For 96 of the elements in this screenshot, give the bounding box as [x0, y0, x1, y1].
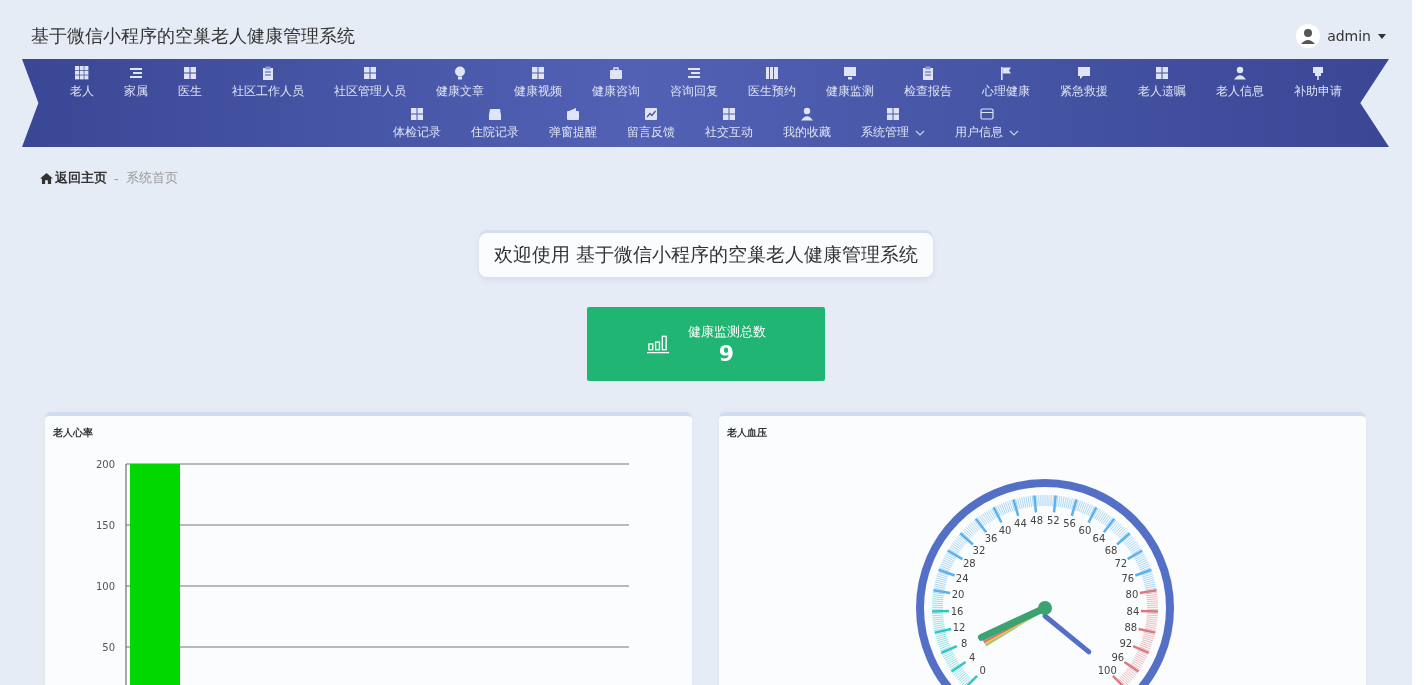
gauge-label: 100: [1097, 665, 1117, 677]
clipboard-icon: [920, 66, 935, 80]
gauge-label: 80: [1125, 589, 1139, 601]
grid-icon: [885, 107, 900, 121]
nav-item[interactable]: 医生预约: [732, 62, 811, 103]
person-icon: [1232, 66, 1247, 80]
nav-item[interactable]: 健康视频: [498, 62, 577, 103]
wallet-icon: [565, 107, 580, 121]
gauge-label: 44: [1014, 518, 1027, 530]
grid-icon: [182, 66, 197, 80]
nav-item[interactable]: 咨询回复: [654, 62, 733, 103]
chevron-icon: [914, 129, 925, 136]
nav-item[interactable]: 检查报告: [888, 62, 967, 103]
breadcrumb-current: 系统首页: [125, 169, 178, 187]
gauge-label: 88: [1124, 622, 1138, 634]
nav-item[interactable]: 家属: [108, 62, 163, 103]
bar-chart-icon: [646, 334, 670, 354]
axis-label: 100: [95, 581, 115, 592]
grid-icon: [74, 66, 89, 80]
nav-item[interactable]: 留言反馈: [611, 103, 690, 144]
gauge-label: 68: [1104, 544, 1118, 556]
gauge-label: 60: [1078, 524, 1092, 536]
gauge-label: 40: [998, 524, 1012, 536]
nav-item[interactable]: 健康文章: [420, 62, 499, 103]
nav-item[interactable]: 社交互动: [689, 103, 768, 144]
book-icon: [764, 66, 779, 80]
axis-label: 150: [95, 520, 115, 531]
list-icon: [686, 66, 701, 80]
nav-item[interactable]: 医生: [162, 62, 217, 103]
chevron-icon: [1008, 129, 1019, 136]
grid-icon: [409, 107, 424, 121]
user-menu[interactable]: admin: [1296, 24, 1386, 48]
gauge-label: 56: [1063, 518, 1076, 530]
card-icon: [979, 107, 994, 121]
site-title: 基于微信小程序的空巢老人健康管理系统: [31, 24, 355, 48]
nav-item[interactable]: 系统管理: [845, 103, 940, 144]
nav-item[interactable]: 健康监测: [810, 62, 889, 103]
home-icon: [40, 172, 53, 184]
nav-item[interactable]: 老人遗嘱: [1122, 62, 1201, 103]
clipboard-icon: [260, 66, 275, 80]
gauge-label: 8: [961, 637, 968, 649]
list-icon: [128, 66, 143, 80]
gauge-label: 52: [1046, 515, 1060, 527]
flag-icon: [998, 66, 1013, 80]
gauge-label: 48: [1030, 515, 1044, 527]
gauge-label: 16: [950, 605, 964, 617]
avatar-icon: [1296, 24, 1321, 48]
monitor-icon: [842, 66, 857, 80]
nav-item[interactable]: 紧急救援: [1044, 62, 1123, 103]
nav-item[interactable]: 老人: [54, 62, 109, 103]
nav-item[interactable]: 住院记录: [455, 103, 534, 144]
gauge-label: 32: [972, 544, 986, 556]
chart-title: 老人血压: [727, 426, 767, 440]
stat-value: 9: [718, 340, 735, 366]
gauge-label: 64: [1092, 533, 1106, 545]
nav-item[interactable]: 用户信息: [939, 103, 1034, 144]
nav-item[interactable]: 体检记录: [377, 103, 456, 144]
tray-icon: [487, 107, 502, 121]
gauge-label: 72: [1114, 558, 1128, 570]
gauge-label: 4: [969, 652, 976, 664]
nav-item[interactable]: 社区工作人员: [216, 62, 319, 103]
gauge-label: 20: [951, 589, 965, 601]
gauge-label: 92: [1119, 637, 1133, 649]
pushpin-icon: [1310, 66, 1325, 80]
welcome-banner: 欢迎使用 基于微信小程序的空巢老人健康管理系统: [478, 233, 933, 277]
person-icon: [799, 107, 814, 121]
chart-icon: [643, 107, 658, 121]
gauge-label: 84: [1126, 605, 1140, 617]
grid-icon: [1154, 66, 1169, 80]
home-link[interactable]: 返回主页: [40, 169, 107, 187]
gauge-label: 12: [952, 622, 966, 634]
nav-item[interactable]: 我的收藏: [767, 103, 846, 144]
nav-item[interactable]: 补助申请: [1278, 62, 1357, 103]
lightbulb-icon: [452, 66, 467, 80]
grid-icon: [530, 66, 545, 80]
gauge-label: 96: [1111, 652, 1125, 664]
gauge-label: 0: [979, 665, 986, 677]
grid-icon: [721, 107, 736, 121]
nav-item[interactable]: 社区管理人员: [318, 62, 421, 103]
gauge-label: 76: [1121, 573, 1135, 585]
nav-item[interactable]: 心理健康: [966, 62, 1045, 103]
nav-item[interactable]: 健康咨询: [576, 62, 655, 103]
axis-label: 50: [102, 642, 115, 653]
briefcase-icon: [608, 66, 623, 80]
grid-icon: [362, 66, 377, 80]
breadcrumb-separator: -: [114, 170, 119, 186]
nav-item[interactable]: 老人信息: [1200, 62, 1279, 103]
axis-label: 200: [95, 459, 115, 470]
caret-icon: [1378, 33, 1386, 39]
gauge-label: 24: [955, 573, 969, 585]
nav-item[interactable]: 弹窗提醒: [533, 103, 612, 144]
stat-label: 健康监测总数: [687, 322, 766, 341]
gauge-label: 36: [984, 533, 998, 545]
gauge-label: 28: [962, 558, 976, 570]
chat-icon: [1076, 66, 1091, 80]
chart-title: 老人心率: [53, 426, 93, 440]
